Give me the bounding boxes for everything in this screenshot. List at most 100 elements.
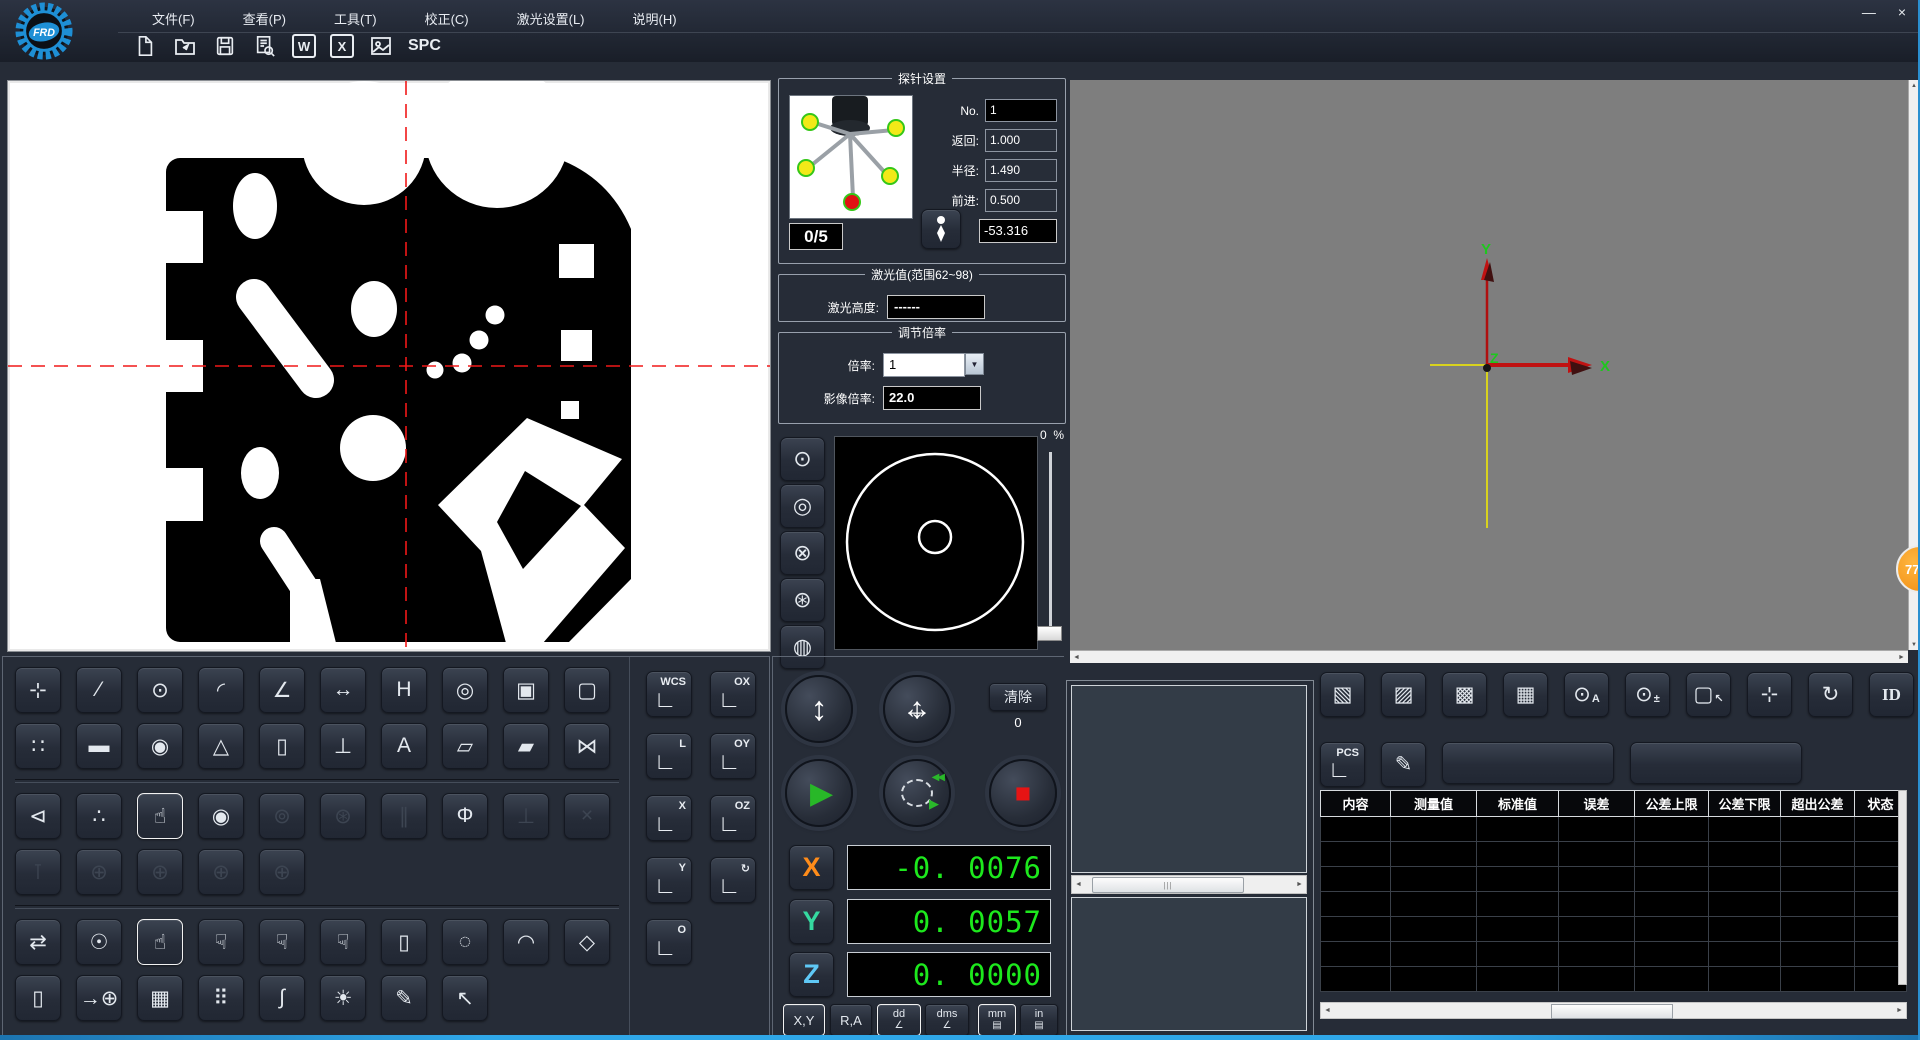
ring-light-button[interactable]: ⊙ (780, 437, 825, 481)
point-scatter-tool-button[interactable]: ⠿ (198, 975, 244, 1021)
spc-button[interactable]: SPC (408, 37, 441, 55)
text-label-tool-button[interactable]: A (381, 723, 427, 769)
measure-plane-button[interactable]: ▬ (76, 723, 122, 769)
light-ring-display[interactable] (834, 436, 1038, 650)
unit-dms-button[interactable]: dms∠ (925, 1004, 969, 1036)
close-button[interactable]: × (1898, 4, 1906, 20)
axis-z-button[interactable]: Z (789, 952, 834, 997)
blank-field-2[interactable] (1630, 742, 1802, 784)
trace-circle-tool-button[interactable]: ☟ (259, 919, 305, 965)
wcs-button[interactable]: ∟ WCS (646, 671, 692, 717)
measure-cylinder-button[interactable]: ▯ (259, 723, 305, 769)
construct-points-button[interactable]: ∴ (76, 793, 122, 839)
scrollbar-thumb[interactable] (1551, 1004, 1673, 1019)
zoom-fit-button[interactable]: ⊙A (1564, 672, 1609, 717)
trace-line-tool-button[interactable]: ☟ (198, 919, 244, 965)
measure-line-button[interactable]: ∕ (76, 667, 122, 713)
curve-trace-tool-button[interactable]: ∫ (259, 975, 305, 1021)
blank-field-1[interactable] (1442, 742, 1614, 784)
run-button[interactable]: ▶ (785, 759, 853, 827)
measure-circle-button[interactable]: ⊙ (137, 667, 183, 713)
construct-pin-button[interactable]: ⊲ (15, 793, 61, 839)
axis-l-button[interactable]: ∟ L (646, 733, 692, 779)
view-iso-button[interactable]: ▧ (1320, 672, 1365, 717)
measure-sphere-button[interactable]: ◉ (137, 723, 183, 769)
chevron-down-icon[interactable]: ▼ (965, 353, 984, 375)
zoom-inout-button[interactable]: ⊙± (1625, 672, 1670, 717)
clear-button[interactable]: 清除 (989, 683, 1047, 711)
laser-height-field[interactable]: ------ (887, 295, 985, 319)
unit-dd-button[interactable]: dd∠ (877, 1004, 921, 1036)
save-icon[interactable] (212, 33, 238, 59)
feature-list-scrollbar[interactable]: ◄ ► ||| (1071, 875, 1307, 894)
probe-position-button[interactable] (921, 209, 961, 249)
measure-line-distance-button[interactable]: H (381, 667, 427, 713)
origin-o-button[interactable]: ∟ O (646, 919, 692, 965)
copy-feature-button[interactable]: ▱ (442, 723, 488, 769)
pan-view-button[interactable]: ⊹ (1747, 672, 1792, 717)
probe-z-value[interactable]: -53.316 (979, 219, 1057, 243)
measure-point-cloud-button[interactable]: ∷ (15, 723, 61, 769)
scroll-left-icon[interactable]: ◄ (1072, 876, 1085, 893)
scan-circle-tool-button[interactable]: ◌ (442, 919, 488, 965)
report-preview-icon[interactable] (252, 33, 278, 59)
construct-symmetry-button[interactable]: Φ (442, 793, 488, 839)
image-capture-tool-button[interactable]: ▦ (137, 975, 183, 1021)
scroll-right-icon[interactable]: ► (1893, 1003, 1906, 1018)
measure-slot-button[interactable]: ▢ (564, 667, 610, 713)
axis-y-button[interactable]: Y (789, 899, 834, 944)
export-excel-icon[interactable]: X (330, 34, 354, 58)
edit-button[interactable]: ✎ (1381, 742, 1426, 787)
origin-x-button[interactable]: ∟ OX (710, 671, 756, 717)
probe-field-input[interactable]: 1.000 (985, 129, 1057, 152)
segment-light-button[interactable]: ⊗ (780, 531, 825, 575)
table-horizontal-scrollbar[interactable]: ◄ ► (1320, 1002, 1907, 1019)
coaxial-light-button[interactable]: ◎ (780, 484, 825, 528)
measure-cone-button[interactable]: △ (198, 723, 244, 769)
menu-item[interactable]: 工具(T) (310, 6, 401, 31)
measure-arc-button[interactable]: ◜ (198, 667, 244, 713)
construct-circle-button[interactable]: ◉ (198, 793, 244, 839)
trace-arc-tool-button[interactable]: ☟ (320, 919, 366, 965)
table-vertical-scrollbar[interactable] (1898, 790, 1907, 985)
paste-feature-button[interactable]: ▰ (503, 723, 549, 769)
scrollbar-thumb[interactable]: ||| (1092, 877, 1244, 893)
loop-run-button[interactable]: ◀◀▶ (883, 759, 951, 827)
light-slider-thumb[interactable] (1037, 626, 1062, 641)
select-box-button[interactable]: ▢↖ (1686, 672, 1731, 717)
view-side-button[interactable]: ▩ (1442, 672, 1487, 717)
point-jump-tool-button[interactable]: →⊕ (76, 975, 122, 1021)
feature-list[interactable] (1071, 685, 1307, 873)
probe-field-input[interactable]: 0.500 (985, 189, 1057, 212)
scroll-left-icon[interactable]: ◄ (1321, 1003, 1334, 1018)
view-top-button[interactable]: ▦ (1503, 672, 1548, 717)
unit-xy-button[interactable]: X,Y (783, 1004, 825, 1036)
probe-field-input[interactable]: 1 (985, 99, 1057, 122)
menu-item[interactable]: 激光设置(L) (493, 6, 609, 31)
coordinate-system-button[interactable]: ⊥ (320, 723, 366, 769)
light-slider-track[interactable] (1049, 452, 1052, 628)
scan-box-tool-button[interactable]: ▯ (15, 975, 61, 1021)
scroll-right-icon[interactable]: ► (1895, 651, 1908, 663)
menu-item[interactable]: 文件(F) (128, 6, 219, 31)
camera-view[interactable] (7, 80, 771, 652)
scan-polygon-tool-button[interactable]: ◇ (564, 919, 610, 965)
menu-item[interactable]: 查看(P) (219, 6, 310, 31)
export-word-icon[interactable]: W (292, 34, 316, 58)
scroll-right-icon[interactable]: ► (1293, 876, 1306, 893)
measure-distance-button[interactable]: ↔ (320, 667, 366, 713)
scroll-left-icon[interactable]: ◄ (1070, 651, 1083, 663)
unit-ra-button[interactable]: R,A (830, 1004, 872, 1036)
view-eye-tool-button[interactable]: ☉ (76, 919, 122, 965)
ratio-select[interactable]: 1 (883, 353, 965, 377)
pick-tool-button[interactable]: ☝ (137, 793, 183, 839)
menu-item[interactable]: 说明(H) (609, 6, 701, 31)
pen-tool-button[interactable]: ✎ (381, 975, 427, 1021)
refresh-tool-button[interactable]: ⇄ (15, 919, 61, 965)
measure-point-button[interactable]: ⊹ (15, 667, 61, 713)
rotate-view-button[interactable]: ↻ (1808, 672, 1853, 717)
minimize-button[interactable]: — (1862, 4, 1876, 20)
scan-arc-tool-button[interactable]: ◠ (503, 919, 549, 965)
id-button[interactable]: ID (1869, 672, 1914, 717)
multi-ring-light-button[interactable]: ⊛ (780, 578, 825, 622)
